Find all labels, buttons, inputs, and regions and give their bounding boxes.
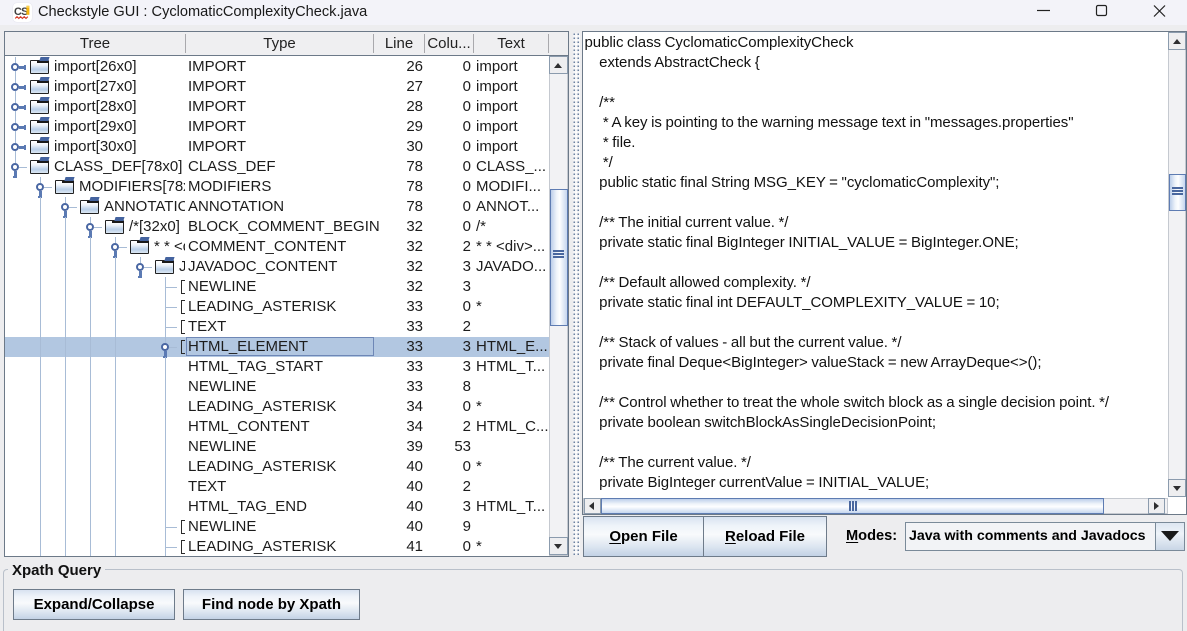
- svg-text:CS: CS: [14, 6, 28, 18]
